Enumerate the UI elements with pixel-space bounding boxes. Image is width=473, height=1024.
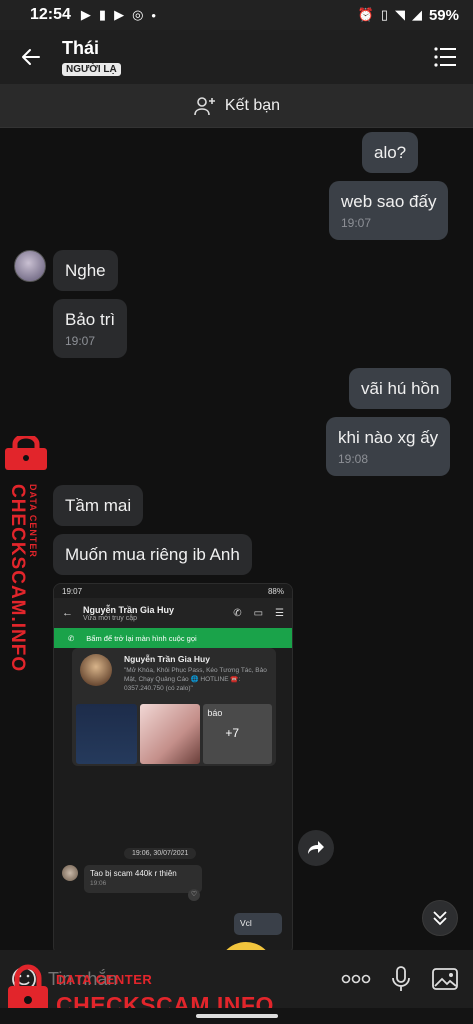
back-button[interactable] bbox=[0, 30, 62, 84]
message-bubble[interactable]: Bảo trì 19:07 bbox=[53, 299, 128, 358]
message-time: 19:07 bbox=[65, 334, 96, 348]
gesture-bar bbox=[0, 1008, 473, 1024]
phone-icon: ✆ bbox=[68, 633, 75, 643]
avatar bbox=[80, 654, 112, 686]
chat-header: Thái NGƯỜI LẠ bbox=[0, 30, 473, 84]
photo-thumbnail: báo +7 bbox=[203, 704, 273, 764]
share-button[interactable] bbox=[298, 830, 334, 866]
message-list[interactable]: alo? web sao đấy 19:07 Nghe Bảo trì 19:0… bbox=[0, 128, 473, 950]
chevron-double-down-icon bbox=[433, 911, 447, 926]
image-message[interactable]: 19:07 88% ← Nguyễn Trần Gia Huy Vừa mới … bbox=[53, 583, 293, 950]
signal-icon: ◢ bbox=[411, 7, 422, 22]
watermark-subtext: DATA CENTER bbox=[28, 484, 38, 558]
youtube-icon: ▶ bbox=[80, 7, 91, 22]
watermark-text: CHECKSCAM.INFO bbox=[7, 484, 28, 673]
instagram-icon: ◎ bbox=[132, 7, 144, 22]
video-icon: ▭ bbox=[253, 607, 264, 619]
play-icon: ▶ bbox=[114, 7, 125, 22]
home-indicator[interactable] bbox=[196, 1014, 278, 1018]
message-bubble[interactable]: web sao đấy 19:07 bbox=[329, 181, 449, 240]
message-bubble[interactable]: Muốn mua riêng ib Anh bbox=[53, 534, 252, 575]
list-menu-icon: ☰ bbox=[275, 607, 284, 619]
stranger-badge: NGƯỜI LẠ bbox=[62, 62, 121, 76]
dot-icon: • bbox=[151, 7, 156, 23]
arrow-left-icon: ← bbox=[62, 607, 73, 619]
scroll-to-bottom-button[interactable] bbox=[422, 900, 458, 936]
avatar bbox=[62, 865, 78, 881]
options-menu-button[interactable] bbox=[417, 30, 473, 84]
watermark-subtext: DATA CENTER bbox=[56, 972, 153, 987]
image-icon[interactable] bbox=[431, 966, 459, 992]
vibrate-icon: ▯ bbox=[380, 7, 388, 22]
message-bubble[interactable]: Nghe bbox=[53, 250, 118, 291]
wifi-icon: ◥ bbox=[394, 7, 405, 22]
share-arrow-icon bbox=[308, 841, 324, 854]
more-options-icon[interactable] bbox=[341, 974, 371, 984]
add-user-icon bbox=[194, 96, 215, 115]
status-bar: 12:54 ▶ ▮ ▶ ◎ • ⏰ ▯ ◥ ◢ 59% bbox=[0, 0, 473, 30]
message-bubble[interactable]: Tầm mai bbox=[53, 485, 144, 526]
emoji-sticker bbox=[218, 942, 274, 950]
add-friend-label: Kết bạn bbox=[224, 96, 281, 114]
message-bubble[interactable]: vãi hú hồn bbox=[349, 368, 452, 409]
message-time: 19:07 bbox=[341, 216, 372, 230]
avatar[interactable] bbox=[14, 250, 46, 282]
battery-saver-icon: ▮ bbox=[98, 7, 107, 22]
arrow-left-icon bbox=[22, 49, 40, 65]
photo-thumbnail bbox=[139, 704, 201, 764]
microphone-icon[interactable] bbox=[391, 965, 411, 993]
list-menu-icon bbox=[434, 47, 456, 67]
message-bubble[interactable]: khi nào xg ấy 19:08 bbox=[326, 417, 451, 476]
add-friend-button[interactable]: Kết bạn bbox=[0, 84, 473, 128]
phone-icon: ✆ bbox=[233, 607, 242, 619]
battery-level: 59% bbox=[428, 6, 459, 24]
photo-thumbnail bbox=[76, 704, 137, 764]
alarm-icon: ⏰ bbox=[357, 7, 374, 22]
contact-info[interactable]: Thái NGƯỜI LẠ bbox=[62, 38, 121, 77]
message-bubble[interactable]: alo? bbox=[362, 132, 419, 173]
lock-logo-icon bbox=[5, 436, 47, 470]
status-time: 12:54 bbox=[30, 6, 71, 23]
contact-name: Thái bbox=[62, 37, 100, 58]
watermark-side: CHECKSCAM.INFO DATA CENTER bbox=[0, 436, 56, 672]
message-time: 19:08 bbox=[338, 452, 369, 466]
heart-icon: ♡ bbox=[188, 889, 200, 901]
